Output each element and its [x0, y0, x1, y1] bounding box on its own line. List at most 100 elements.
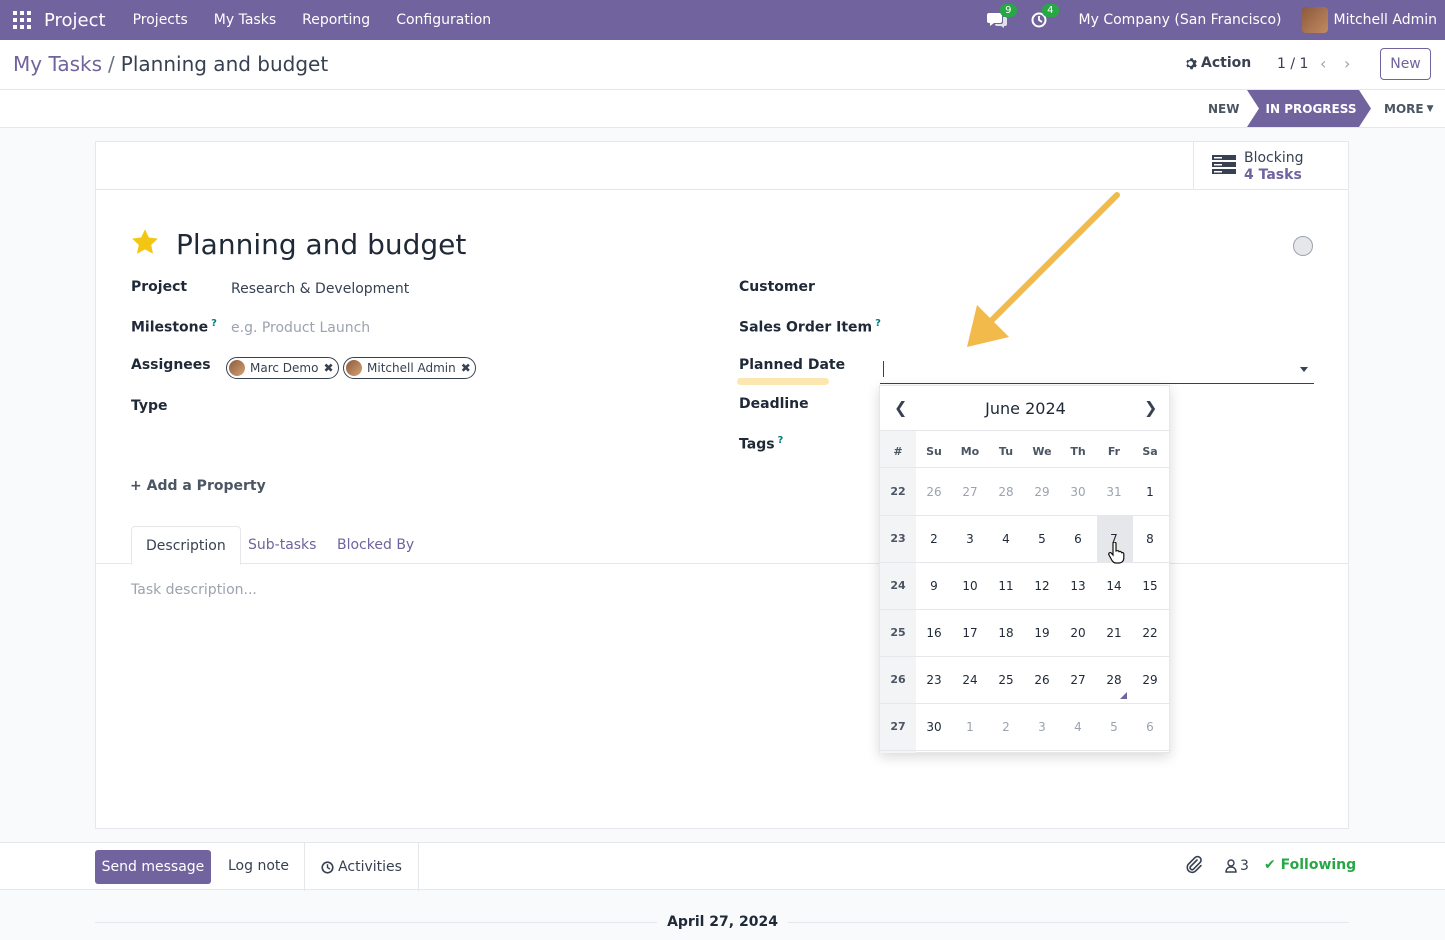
sales-order-help-icon[interactable]: ? [875, 318, 881, 329]
assignee-tag-mitchell-admin[interactable]: Mitchell Admin ✖ [343, 357, 476, 379]
calendar-day[interactable]: 8 [1132, 532, 1168, 546]
calendar-month-title[interactable]: June 2024 [880, 399, 1171, 418]
calendar-day[interactable]: 4 [988, 532, 1024, 546]
calendar-day[interactable]: 24 [952, 673, 988, 687]
calendar-day[interactable]: 1 [952, 720, 988, 734]
breadcrumb-separator: / [108, 52, 115, 76]
milestone-field[interactable]: e.g. Product Launch [231, 320, 370, 336]
tags-help-icon[interactable]: ? [778, 435, 784, 446]
calendar-day[interactable]: 28 [988, 485, 1024, 499]
stage-new[interactable]: NEW [1208, 90, 1239, 127]
kanban-state-indicator[interactable] [1293, 236, 1313, 256]
calendar-day[interactable]: 25 [988, 673, 1024, 687]
add-property-button[interactable]: + Add a Property [130, 478, 266, 494]
action-button[interactable]: Action [1184, 55, 1251, 71]
calendar-day[interactable]: 17 [952, 626, 988, 640]
task-title[interactable]: Planning and budget [176, 228, 466, 261]
calendar-day[interactable]: 28 [1096, 673, 1132, 687]
calendar-day[interactable]: 3 [1024, 720, 1060, 734]
milestone-label: Milestone? [131, 318, 217, 336]
calendar-day[interactable]: 1 [1132, 485, 1168, 499]
calendar-day[interactable]: 12 [1024, 579, 1060, 593]
remove-tag-icon[interactable]: ✖ [323, 361, 333, 375]
day-header: Su [926, 445, 942, 458]
calendar-day[interactable]: 22 [1132, 626, 1168, 640]
calendar-day[interactable]: 13 [1060, 579, 1096, 593]
highlight-underline [737, 378, 829, 385]
tab-sub-tasks[interactable]: Sub-tasks [234, 526, 330, 564]
calendar-day[interactable]: 2 [988, 720, 1024, 734]
calendar-day[interactable]: 5 [1096, 720, 1132, 734]
chatter-toolbar: Send message Log note Activities 3 ✔ Fol… [0, 842, 1445, 891]
calendar-day[interactable]: 5 [1024, 532, 1060, 546]
calendar-day[interactable]: 6 [1132, 720, 1168, 734]
pager-value[interactable]: 1 / 1 [1277, 56, 1308, 72]
followers-button[interactable]: 3 [1225, 858, 1249, 874]
remove-tag-icon[interactable]: ✖ [461, 361, 471, 375]
menu-configuration[interactable]: Configuration [383, 12, 504, 28]
following-button[interactable]: ✔ Following [1264, 857, 1356, 873]
stage-more-dropdown[interactable]: MORE ▼ [1384, 90, 1434, 127]
paperclip-icon[interactable] [1185, 855, 1203, 875]
menu-reporting[interactable]: Reporting [289, 12, 383, 28]
calendar-day[interactable]: 18 [988, 626, 1024, 640]
calendar-day[interactable]: 29 [1024, 485, 1060, 499]
calendar-day[interactable]: 11 [988, 579, 1024, 593]
calendar-day[interactable]: 30 [1060, 485, 1096, 499]
pager-next-icon[interactable]: › [1344, 54, 1350, 73]
user-avatar[interactable] [1301, 7, 1328, 33]
calendar-day[interactable]: 26 [916, 485, 952, 499]
calendar-day[interactable]: 21 [1096, 626, 1132, 640]
menu-my-tasks[interactable]: My Tasks [201, 12, 289, 28]
app-brand[interactable]: Project [44, 10, 106, 31]
calendar-day[interactable]: 23 [916, 673, 952, 687]
calendar-day[interactable]: 15 [1132, 579, 1168, 593]
blocking-tasks-button[interactable]: Blocking 4 Tasks [1193, 142, 1348, 190]
project-field[interactable]: Research & Development [231, 281, 409, 297]
calendar-day[interactable]: 19 [1024, 626, 1060, 640]
activities-button[interactable]: Activities [304, 843, 419, 891]
tab-description[interactable]: Description [131, 526, 241, 565]
user-menu[interactable]: Mitchell Admin [1334, 12, 1438, 28]
stage-in-progress[interactable]: IN PROGRESS [1247, 90, 1371, 127]
tab-blocked-by[interactable]: Blocked By [323, 526, 428, 564]
calendar-day[interactable]: 9 [916, 579, 952, 593]
day-header: Fr [1107, 445, 1121, 458]
company-switcher[interactable]: My Company (San Francisco) [1079, 12, 1282, 28]
user-icon [1225, 859, 1237, 873]
pager-prev-icon[interactable]: ‹ [1320, 54, 1326, 73]
calendar-day[interactable]: 3 [952, 532, 988, 546]
calendar-week-row: 24 9 10 11 12 13 14 15 [880, 563, 1169, 610]
send-message-button[interactable]: Send message [95, 850, 211, 884]
calendar-day[interactable]: 29 [1132, 673, 1168, 687]
messages-button[interactable]: 9 [983, 0, 1017, 40]
calendar-day[interactable]: 14 [1096, 579, 1132, 593]
assignee-tag-marc-demo[interactable]: Marc Demo ✖ [226, 357, 339, 379]
calendar-day[interactable]: 10 [952, 579, 988, 593]
description-editor[interactable]: Task description... [131, 582, 257, 598]
next-month-icon[interactable]: ❯ [1144, 398, 1157, 417]
day-header: Mo [960, 445, 980, 458]
day-header: We [1032, 445, 1052, 458]
favorite-star-icon[interactable] [130, 227, 160, 257]
planned-date-input[interactable] [880, 354, 1314, 384]
calendar-day[interactable]: 27 [1060, 673, 1096, 687]
day-header: Th [1070, 445, 1086, 458]
log-note-button[interactable]: Log note [228, 858, 289, 874]
calendar-day[interactable]: 26 [1024, 673, 1060, 687]
dropdown-caret-icon[interactable] [1300, 367, 1308, 372]
activities-button[interactable]: 4 [1025, 0, 1059, 40]
menu-projects[interactable]: Projects [120, 12, 201, 28]
apps-grid-icon[interactable] [0, 0, 44, 40]
calendar-day[interactable]: 30 [916, 720, 952, 734]
calendar-day[interactable]: 27 [952, 485, 988, 499]
new-button[interactable]: New [1380, 48, 1431, 80]
calendar-day[interactable]: 2 [916, 532, 952, 546]
calendar-day[interactable]: 16 [916, 626, 952, 640]
calendar-day[interactable]: 4 [1060, 720, 1096, 734]
calendar-day[interactable]: 31 [1096, 485, 1132, 499]
milestone-help-icon[interactable]: ? [211, 318, 217, 329]
calendar-day[interactable]: 20 [1060, 626, 1096, 640]
breadcrumb-my-tasks[interactable]: My Tasks [13, 52, 102, 76]
calendar-day[interactable]: 6 [1060, 532, 1096, 546]
